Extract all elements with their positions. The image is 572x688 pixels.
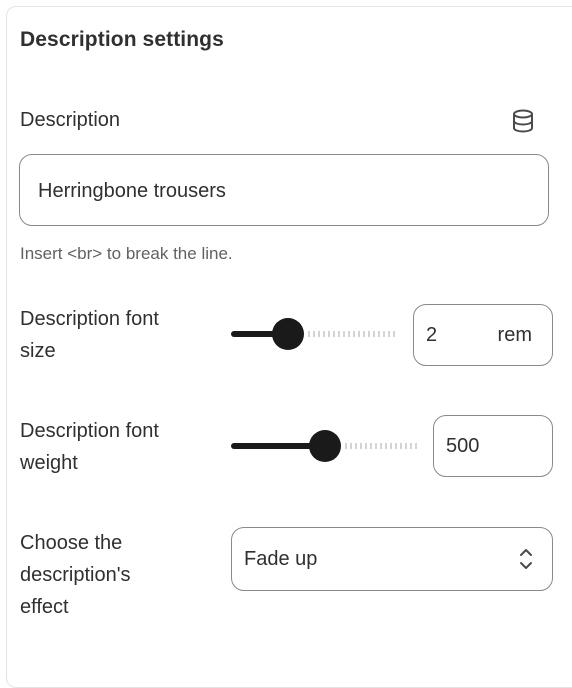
font-size-unit: rem (497, 324, 532, 346)
database-icon[interactable] (509, 107, 537, 135)
font-weight-slider-track (344, 443, 418, 449)
description-input-value: Herringbone trousers (38, 180, 226, 202)
font-weight-slider-thumb[interactable] (308, 430, 341, 462)
font-weight-label-line1: Description font (20, 420, 159, 442)
font-size-slider-thumb[interactable] (271, 318, 304, 350)
font-size-label-line2: size (20, 340, 56, 362)
font-weight-input[interactable]: 500 (433, 415, 553, 477)
description-input[interactable]: Herringbone trousers (19, 154, 549, 226)
font-size-input[interactable]: 2 rem (413, 304, 553, 366)
chevron-updown-icon (520, 549, 532, 569)
font-size-value: 2 (426, 324, 438, 346)
description-label: Description (20, 109, 121, 131)
font-size-slider-track (307, 331, 398, 337)
font-size-slider[interactable] (231, 318, 398, 350)
effect-label-line2: description's (20, 564, 131, 586)
section-title: Description settings (20, 28, 224, 51)
effect-label-line3: effect (20, 596, 69, 618)
effect-select[interactable]: Fade up (231, 527, 553, 591)
font-size-label-line1: Description font (20, 308, 159, 330)
effect-label-line1: Choose the (20, 532, 123, 554)
font-weight-label-line2: weight (20, 452, 78, 474)
description-help-text: Insert <br> to break the line. (20, 244, 233, 263)
effect-selected-value: Fade up (244, 548, 318, 570)
font-weight-slider[interactable] (231, 430, 418, 462)
font-weight-value: 500 (446, 435, 480, 457)
